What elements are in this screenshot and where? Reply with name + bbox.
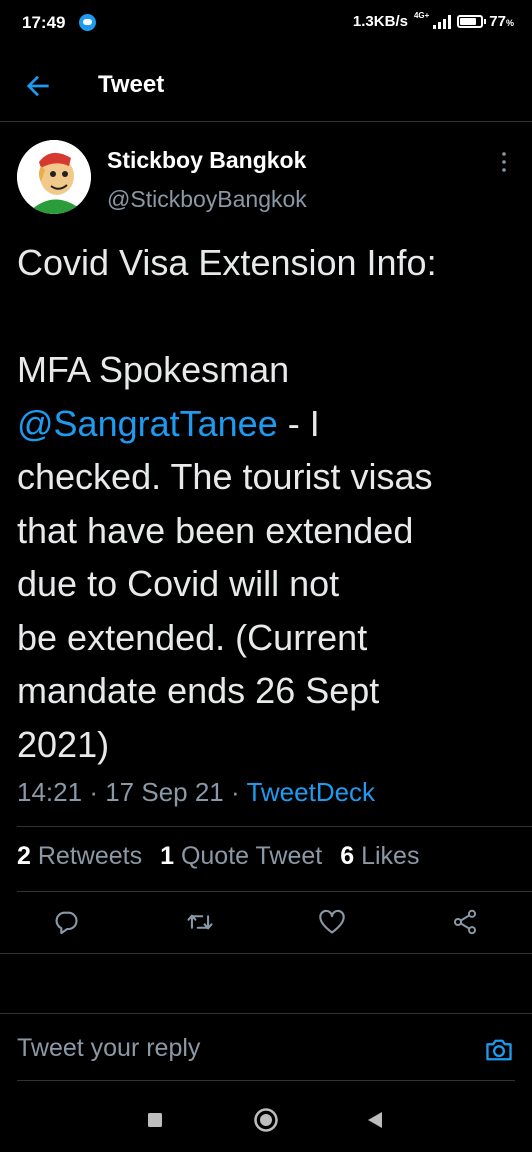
quote-tweets-stat[interactable]: 1 Quote Tweet — [160, 842, 322, 871]
mention-link[interactable]: @SangratTanee — [17, 403, 278, 444]
battery-icon — [457, 15, 487, 28]
divider — [17, 826, 532, 827]
author-handle[interactable]: @StickboyBangkok — [107, 186, 307, 213]
share-button[interactable] — [445, 902, 485, 942]
tweet-line: 2021) — [17, 723, 110, 765]
likes-stat[interactable]: 6 Likes — [340, 842, 419, 871]
reply-underline — [17, 1080, 515, 1081]
tweet-stats: 2 Retweets 1 Quote Tweet 6 Likes — [17, 842, 419, 871]
reply-icon — [55, 911, 78, 935]
twitter-notification-icon — [79, 14, 96, 31]
page-title: Tweet — [98, 71, 165, 98]
retweets-stat[interactable]: 2 Retweets — [17, 842, 142, 871]
battery-level: 77% — [489, 13, 514, 30]
tweet-line: mandate ends 26 Sept — [17, 670, 380, 711]
status-indicators: 1.3KB/s 4G+ 77% — [352, 11, 514, 30]
tweet-line: checked. The tourist visas — [17, 456, 433, 497]
like-button[interactable] — [312, 902, 352, 942]
home-icon[interactable] — [253, 1107, 279, 1133]
share-icon — [453, 909, 477, 935]
reply-bar — [0, 1013, 532, 1083]
network-speed: 1.3KB/s — [352, 13, 408, 30]
avatar-illustration — [17, 140, 91, 214]
tweet-line: that have been extended — [17, 509, 414, 551]
reply-button[interactable] — [46, 902, 86, 942]
tweet-date: 17 Sep 21 — [105, 777, 224, 807]
tweet-text: Covid Visa Extension Info: MFA Spokesman… — [17, 236, 522, 771]
network-type: 4G+ — [413, 11, 430, 20]
like-icon — [319, 909, 345, 934]
avatar[interactable] — [17, 140, 91, 214]
retweet-button[interactable] — [180, 902, 220, 942]
tweet-line: MFA Spokesman — [17, 349, 290, 390]
status-time: 17:49 — [22, 13, 66, 32]
tweet-time: 14:21 — [17, 777, 83, 807]
tweet-line: Covid Visa Extension Info: — [17, 242, 437, 283]
divider — [0, 953, 532, 954]
system-nav-bar — [0, 1090, 532, 1152]
arrow-left-icon[interactable] — [22, 70, 54, 102]
tweet-source-link[interactable]: TweetDeck — [246, 777, 375, 807]
retweet-icon — [187, 914, 213, 930]
tweet-actions — [0, 894, 532, 950]
tweet-line: be extended. (Current — [17, 616, 368, 658]
author-name[interactable]: Stickboy Bangkok — [107, 147, 306, 174]
signal-icon — [433, 14, 452, 29]
status-bar: 17:49 1.3KB/s 4G+ 77% — [0, 0, 532, 48]
back-nav-icon[interactable] — [366, 1111, 384, 1129]
reply-input[interactable] — [17, 1034, 457, 1063]
tweet-meta: 14:21 · 17 Sep 21 · TweetDeck — [17, 777, 376, 807]
camera-icon[interactable] — [484, 1036, 514, 1064]
recent-apps-icon[interactable] — [147, 1112, 163, 1128]
tweet-line: @SangratTanee - I — [17, 402, 320, 444]
top-app-bar: Tweet — [0, 48, 532, 122]
divider — [17, 891, 532, 892]
more-vertical-icon[interactable] — [498, 150, 510, 174]
tweet-line: due to Covid will not — [17, 563, 340, 604]
